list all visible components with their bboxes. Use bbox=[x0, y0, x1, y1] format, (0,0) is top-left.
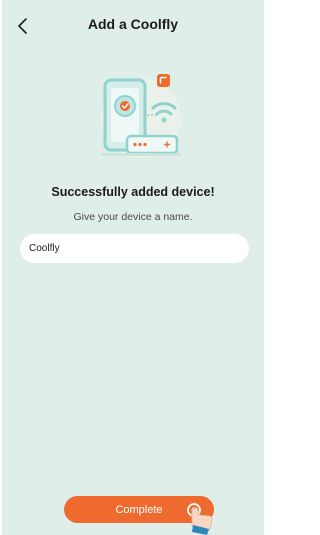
success-title: Successfully added device! bbox=[51, 185, 215, 199]
header: Add a Coolfly bbox=[2, 0, 264, 50]
page-title: Add a Coolfly bbox=[87, 16, 179, 32]
complete-button-label: Complete bbox=[115, 503, 163, 516]
phone-router-wifi-illustration-icon bbox=[101, 74, 181, 158]
complete-button[interactable]: Complete bbox=[64, 496, 214, 523]
device-name-input[interactable] bbox=[29, 243, 249, 254]
subtitle: Give your device a name. bbox=[73, 211, 193, 223]
app-screen: Add a Coolfly Successfully added device!… bbox=[2, 0, 264, 535]
device-name-field[interactable] bbox=[20, 234, 249, 263]
device-illustration bbox=[91, 70, 191, 170]
